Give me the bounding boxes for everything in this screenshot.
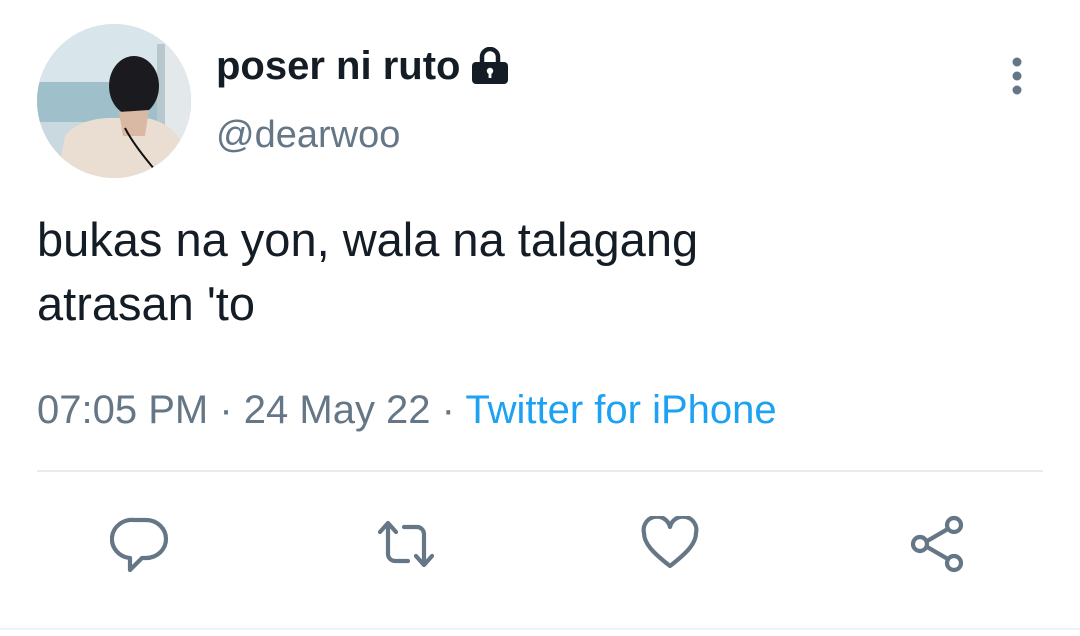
author-display-name-row[interactable]: poser ni ruto	[216, 40, 510, 92]
comment-icon	[110, 517, 169, 573]
meta-separator: ·	[430, 388, 466, 432]
tweet-date: 24 May 22	[243, 388, 431, 432]
tweet-time: 07:05 PM	[37, 388, 209, 432]
avatar-photo	[37, 24, 191, 178]
like-button[interactable]	[638, 512, 702, 576]
more-options-icon[interactable]	[1003, 56, 1031, 96]
divider	[37, 470, 1043, 472]
reply-button[interactable]	[108, 512, 172, 576]
heart-icon	[641, 516, 699, 569]
tweet-text: bukas na yon, wala na talagang atrasan '…	[37, 208, 1037, 336]
share-button[interactable]	[906, 512, 970, 576]
bottom-divider	[0, 628, 1080, 630]
retweet-button[interactable]	[374, 512, 438, 576]
tweet-text-line: atrasan 'to	[37, 277, 255, 330]
meta-separator: ·	[208, 388, 244, 432]
author-display-name[interactable]: poser ni ruto	[216, 40, 460, 92]
share-icon	[910, 515, 964, 573]
lock-icon	[470, 47, 510, 85]
tweet-text-line: bukas na yon, wala na talagang	[37, 213, 699, 266]
tweet-meta: 07:05 PM · 24 May 22 · Twitter for iPhon…	[37, 384, 777, 436]
retweet-icon	[377, 520, 435, 568]
avatar[interactable]	[37, 24, 191, 178]
author-handle[interactable]: @dearwoo	[216, 110, 400, 160]
tweet-source-link[interactable]: Twitter for iPhone	[465, 388, 776, 432]
